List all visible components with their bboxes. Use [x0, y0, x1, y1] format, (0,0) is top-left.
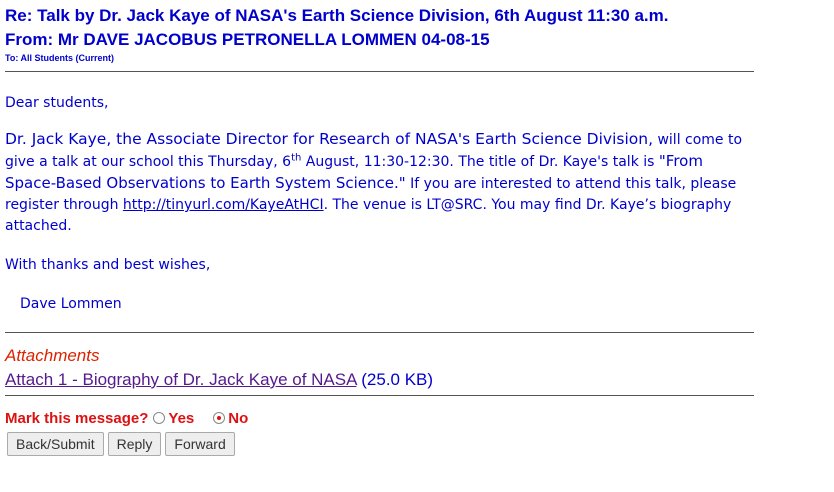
message-from: From: Mr DAVE JACOBUS PETRONELLA LOMMEN …: [5, 30, 490, 49]
signature: Dave Lommen: [20, 296, 122, 312]
message-paragraph: Dr. Jack Kaye, the Associate Director fo…: [5, 129, 755, 237]
greeting: Dear students,: [5, 95, 109, 111]
mark-yes-radio[interactable]: [153, 412, 166, 424]
message-subject: Re: Talk by Dr. Jack Kaye of NASA's Eart…: [5, 6, 669, 25]
attachment-size: (25.0 KB): [361, 370, 434, 389]
email-view: Re: Talk by Dr. Jack Kaye of NASA's Eart…: [0, 0, 755, 456]
attachments-heading: Attachments: [5, 346, 100, 365]
message-recipients: To: All Students (Current): [5, 53, 114, 63]
reply-button[interactable]: Reply: [107, 432, 162, 456]
attachment-link[interactable]: Attach 1 - Biography of Dr. Jack Kaye of…: [5, 370, 357, 389]
mark-message-row: Mark this message? Yes No: [5, 408, 755, 428]
attachment-item: Attach 1 - Biography of Dr. Jack Kaye of…: [5, 369, 755, 391]
registration-link[interactable]: http://tinyurl.com/KayeAtHCI: [123, 197, 324, 213]
mark-no-label[interactable]: No: [228, 410, 248, 427]
divider: [5, 395, 754, 396]
paragraph-text: August, 11:30-12:30. The title of Dr. Ka…: [301, 154, 659, 170]
speaker-intro: Dr. Jack Kaye, the Associate Director fo…: [5, 130, 654, 148]
mark-no-radio[interactable]: [213, 412, 226, 424]
forward-button[interactable]: Forward: [165, 432, 235, 456]
ordinal-suffix: th: [291, 152, 302, 164]
mark-yes-label[interactable]: Yes: [168, 410, 194, 427]
mark-message-label: Mark this message?: [5, 409, 149, 427]
back-submit-button[interactable]: Back/Submit: [7, 432, 104, 456]
divider: [5, 332, 754, 333]
closing-line: With thanks and best wishes,: [5, 257, 211, 273]
divider: [5, 71, 754, 72]
action-buttons: Back/Submit Reply Forward: [5, 432, 755, 456]
